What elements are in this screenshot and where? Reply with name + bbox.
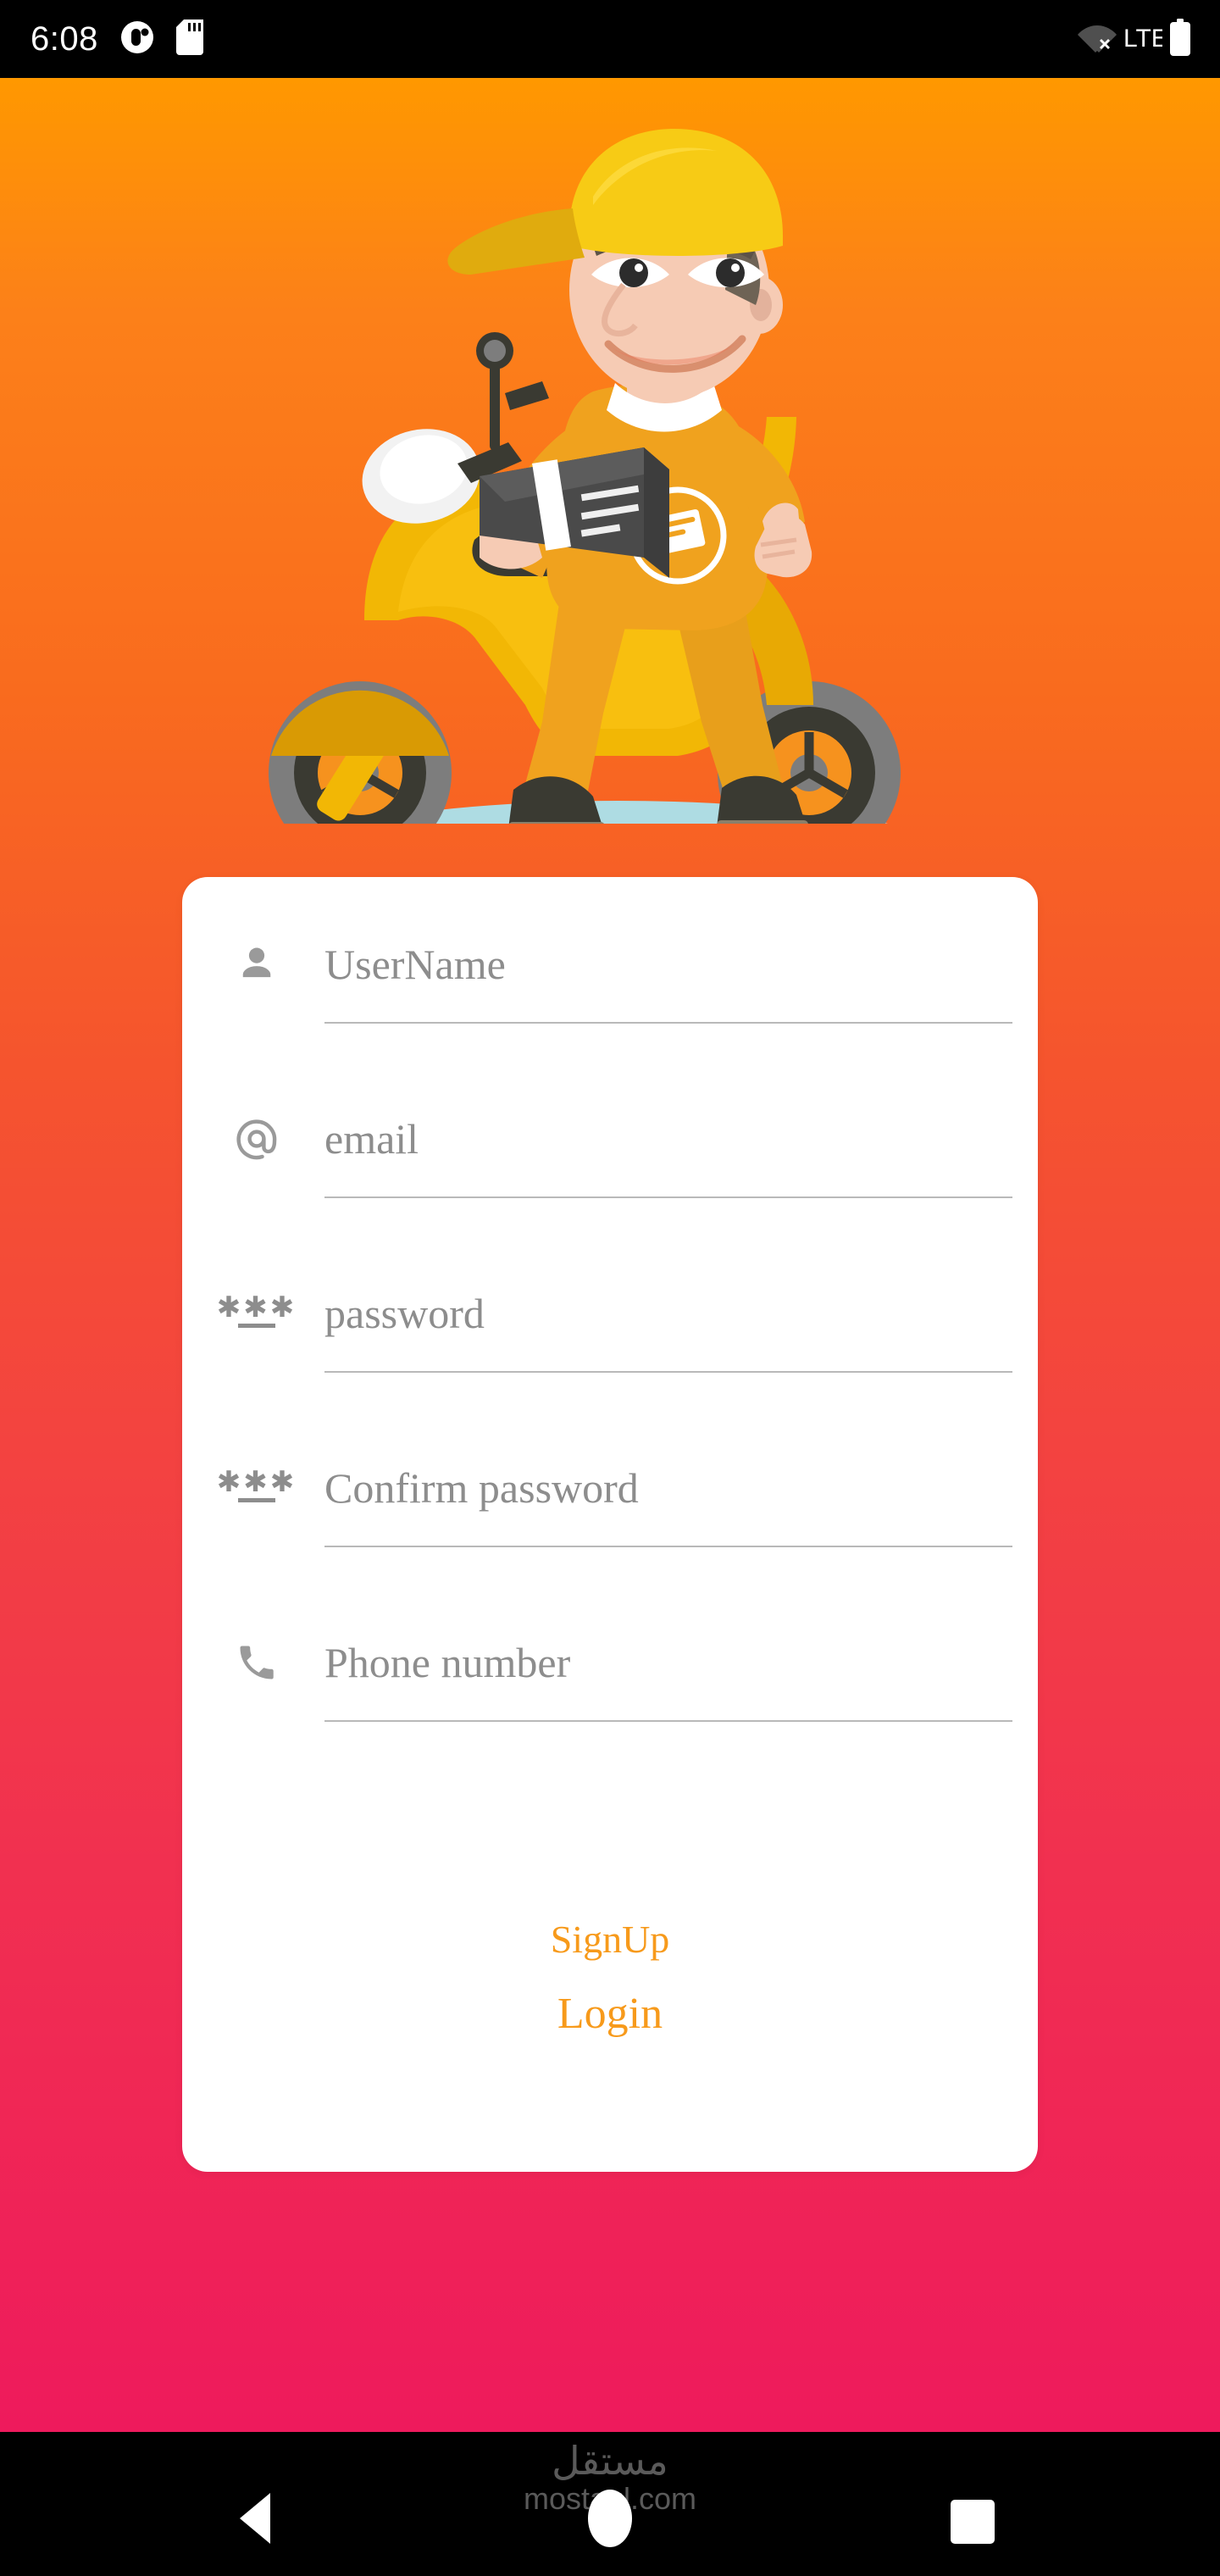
android-navigation-bar: مستقل mostaql.com bbox=[0, 2432, 1220, 2576]
password-placeholder: password bbox=[324, 1290, 485, 1337]
username-placeholder: UserName bbox=[324, 941, 506, 988]
status-bar-right: LTE bbox=[1078, 18, 1220, 60]
field-confirm-password[interactable]: ✱✱✱ Confirm password bbox=[182, 1401, 1038, 1575]
password-icon-underline bbox=[238, 1324, 275, 1328]
status-clock: 6:08 bbox=[30, 19, 98, 58]
status-bar-left: 6:08 bbox=[0, 19, 203, 59]
password-icon-asterisks: ✱✱✱ bbox=[216, 1466, 297, 1498]
field-underline bbox=[324, 1546, 1012, 1547]
app-notification-icon bbox=[120, 20, 154, 58]
phone-icon bbox=[227, 1633, 286, 1692]
password-icon-asterisks: ✱✱✱ bbox=[216, 1291, 297, 1324]
signup-button[interactable]: SignUp bbox=[182, 1917, 1038, 1962]
wifi-off-icon bbox=[1078, 20, 1117, 58]
network-type-label: LTE bbox=[1123, 25, 1162, 53]
sd-card-icon bbox=[175, 19, 203, 59]
page-background: UserName email ✱✱✱ password ✱✱✱ Confirm … bbox=[0, 78, 1220, 2432]
password-icon: ✱✱✱ bbox=[217, 1458, 294, 1518]
field-underline bbox=[324, 1196, 1012, 1198]
password-icon-underline bbox=[238, 1498, 275, 1502]
nav-recents-button[interactable] bbox=[951, 2500, 995, 2544]
watermark-arabic-text: مستقل bbox=[552, 2438, 668, 2484]
field-phone-number[interactable]: Phone number bbox=[182, 1575, 1038, 1750]
nav-home-button[interactable] bbox=[588, 2490, 632, 2547]
delivery-man-on-scooter-illustration bbox=[0, 78, 1220, 824]
person-icon bbox=[227, 935, 286, 994]
phone-screen: 6:08 LTE UserName email ✱✱✱ password ✱✱✱… bbox=[0, 0, 1220, 2576]
email-placeholder: email bbox=[324, 1115, 419, 1163]
battery-icon bbox=[1169, 18, 1191, 60]
signup-card: UserName email ✱✱✱ password ✱✱✱ Confirm … bbox=[182, 877, 1038, 2172]
field-email[interactable]: email bbox=[182, 1052, 1038, 1226]
field-underline bbox=[324, 1720, 1012, 1722]
at-sign-icon bbox=[227, 1109, 286, 1169]
phone-placeholder: Phone number bbox=[324, 1639, 571, 1686]
nav-back-button[interactable] bbox=[240, 2493, 270, 2544]
field-underline bbox=[324, 1371, 1012, 1373]
status-bar: 6:08 LTE bbox=[0, 0, 1220, 78]
confirm-password-placeholder: Confirm password bbox=[324, 1464, 639, 1512]
password-icon: ✱✱✱ bbox=[217, 1284, 294, 1343]
field-username[interactable]: UserName bbox=[182, 877, 1038, 1052]
field-underline bbox=[324, 1022, 1012, 1024]
field-password[interactable]: ✱✱✱ password bbox=[182, 1226, 1038, 1401]
login-button[interactable]: Login bbox=[182, 1989, 1038, 2039]
